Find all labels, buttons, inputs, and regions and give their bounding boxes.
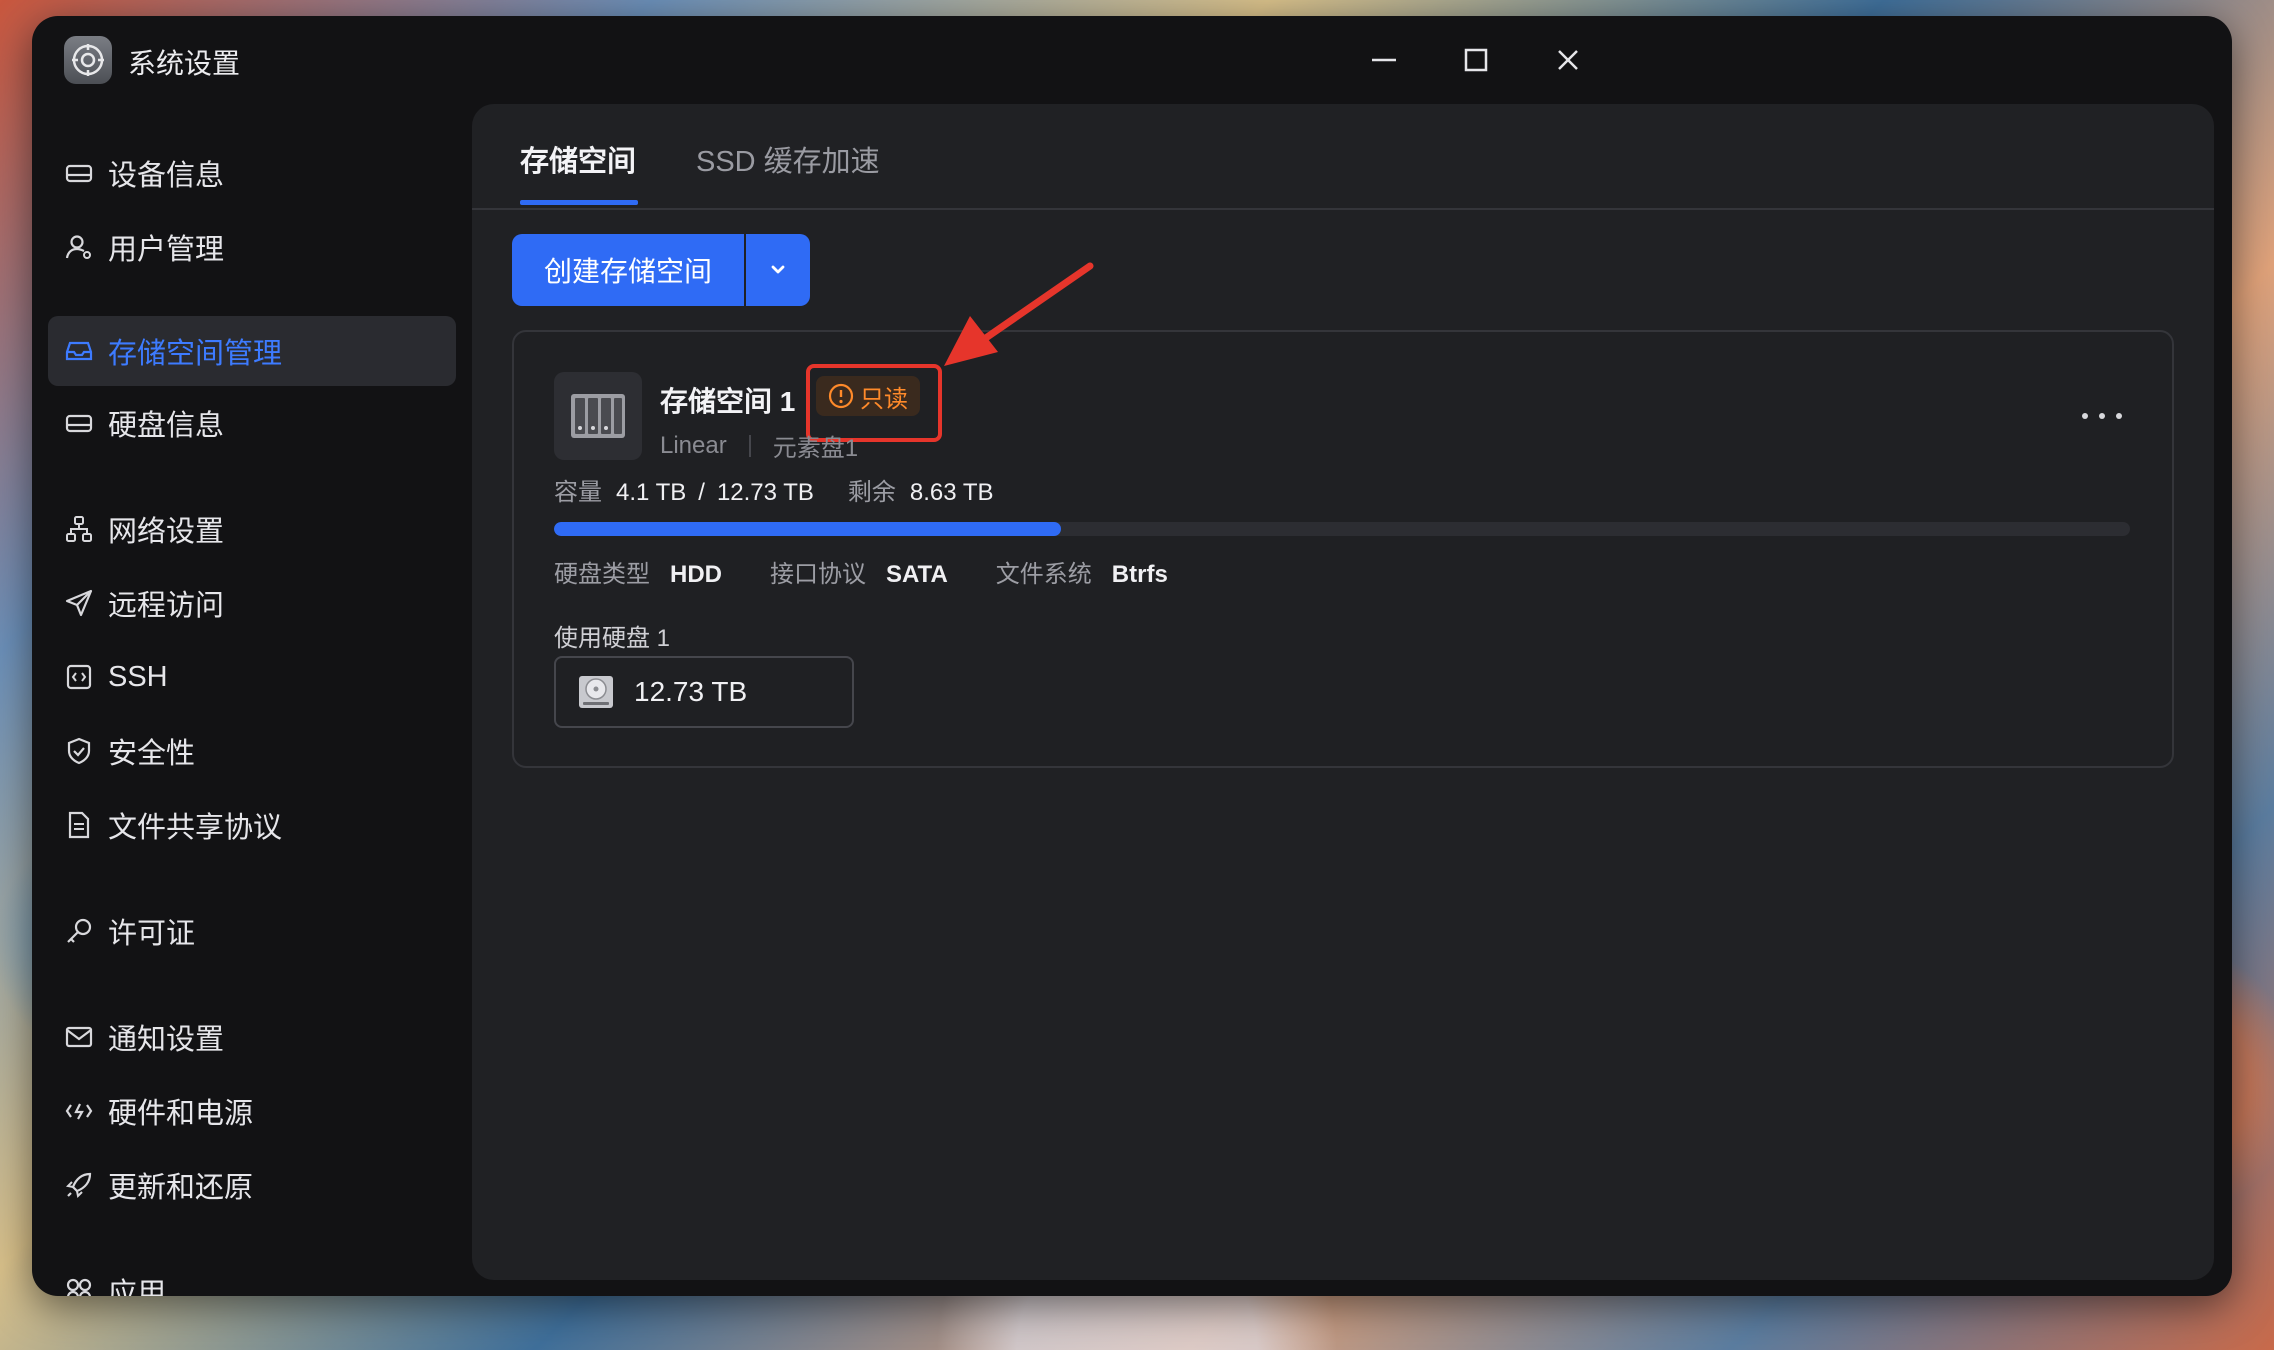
used-disks-label: 使用硬盘 1 — [554, 625, 671, 652]
storage-icon — [62, 334, 96, 368]
sidebar-item-license[interactable]: 许可证 — [48, 896, 456, 966]
settings-window: 系统设置 设备信息 用户管理 存储空间管理 硬盘信息 网络设置 远程访问 SSH… — [32, 16, 2232, 1296]
more-dot — [2099, 413, 2105, 419]
chevron-down-icon — [771, 265, 785, 274]
interface-value: SATA — [886, 561, 948, 588]
capacity-slash: / — [698, 479, 705, 506]
capacity-label: 容量 — [554, 479, 602, 506]
sidebar-item-label: 安全性 — [108, 738, 196, 770]
network-icon — [62, 512, 96, 546]
mail-icon — [62, 1020, 96, 1054]
divider — [748, 434, 751, 457]
sidebar-item-update-restore[interactable]: 更新和还原 — [48, 1150, 456, 1220]
disk-size: 12.73 TB — [634, 676, 748, 707]
sidebar-item-security[interactable]: 安全性 — [48, 716, 456, 786]
device-icon — [62, 156, 96, 190]
sidebar-item-label: 更新和还原 — [108, 1172, 254, 1204]
user-icon — [62, 230, 96, 264]
capacity-progress-fill — [554, 522, 1062, 536]
more-dot — [2082, 413, 2088, 419]
sidebar-item-label: 网络设置 — [108, 516, 225, 548]
remaining-label: 剩余 — [847, 479, 896, 506]
sidebar-item-file-sharing[interactable]: 文件共享协议 — [48, 790, 456, 860]
tab-storage-space[interactable]: 存储空间 — [520, 138, 636, 180]
sidebar-item-apps[interactable]: 应用 — [48, 1256, 456, 1296]
sidebar-item-notifications[interactable]: 通知设置 — [48, 1002, 456, 1072]
storage-space-name: 存储空间 1 — [660, 386, 796, 417]
disk-icon — [62, 406, 96, 440]
more-dot — [2116, 413, 2122, 419]
sidebar-item-device-info[interactable]: 设备信息 — [48, 138, 456, 208]
disk-type-label: 硬盘类型 — [554, 561, 650, 588]
disk-type-value: HDD — [670, 561, 722, 588]
sidebar-item-label: 用户管理 — [108, 234, 225, 266]
window-title: 系统设置 — [128, 48, 241, 79]
maximize-button[interactable] — [1454, 38, 1498, 82]
main-panel: 存储空间 SSD 缓存加速 创建存储空间 存储空间 1 只读 Linear 元素… — [472, 104, 2214, 1280]
sidebar-item-label: 远程访问 — [108, 590, 225, 622]
sidebar-item-ssh[interactable]: SSH — [48, 642, 456, 712]
shield-icon — [62, 734, 96, 768]
sidebar-item-label: 许可证 — [108, 918, 196, 950]
storage-pool-icon — [554, 372, 642, 460]
filesystem-value: Btrfs — [1111, 561, 1168, 588]
sidebar-item-label: 设备信息 — [108, 160, 225, 192]
storage-space-subtitle: Linear 元素盘1 — [660, 428, 858, 463]
sidebar-item-disk-info[interactable]: 硬盘信息 — [48, 388, 456, 458]
filesystem-label: 文件系统 — [995, 561, 1092, 588]
more-options-button[interactable] — [2082, 406, 2122, 426]
sidebar-item-network[interactable]: 网络设置 — [48, 494, 456, 564]
hard-drive-icon — [579, 676, 613, 708]
sidebar-item-label: 硬盘信息 — [108, 410, 225, 442]
create-storage-button-group: 创建存储空间 — [512, 234, 810, 306]
apps-icon — [62, 1274, 96, 1296]
minimize-button[interactable] — [1362, 38, 1406, 82]
send-icon — [62, 586, 96, 620]
sidebar-item-hardware-power[interactable]: 硬件和电源 — [48, 1076, 456, 1146]
member-disk-name: 元素盘1 — [772, 435, 859, 462]
file-icon — [62, 808, 96, 842]
close-button[interactable] — [1546, 38, 1590, 82]
remaining-capacity: 8.63 TB — [909, 479, 994, 506]
settings-gear-icon — [64, 36, 112, 84]
create-storage-dropdown-button[interactable] — [746, 234, 810, 306]
disk-chip[interactable]: 12.73 TB — [554, 656, 854, 728]
total-capacity: 12.73 TB — [716, 479, 814, 506]
capacity-row: 容量 4.1 TB / 12.73 TB 剩余 8.63 TB — [554, 472, 994, 507]
active-tab-indicator — [520, 200, 638, 205]
storage-meta-row: 硬盘类型 HDD 接口协议 SATA 文件系统 Btrfs — [554, 554, 1216, 589]
rocket-icon — [62, 1168, 96, 1202]
sidebar: 设备信息 用户管理 存储空间管理 硬盘信息 网络设置 远程访问 SSH 安全性 … — [32, 102, 472, 1296]
sidebar-item-label: 存储空间管理 — [108, 338, 283, 370]
sidebar-item-label: 文件共享协议 — [108, 812, 283, 844]
tab-ssd-cache[interactable]: SSD 缓存加速 — [696, 138, 880, 180]
title-bar: 系统设置 — [32, 16, 2232, 102]
terminal-icon — [62, 660, 96, 694]
sidebar-item-users[interactable]: 用户管理 — [48, 212, 456, 282]
tab-bar: 存储空间 SSD 缓存加速 — [472, 104, 2214, 210]
create-storage-button[interactable]: 创建存储空间 — [512, 234, 744, 306]
sidebar-item-label: 应用 — [108, 1278, 167, 1296]
used-capacity: 4.1 TB — [616, 479, 687, 506]
power-icon — [62, 1094, 96, 1128]
sidebar-item-label: SSH — [108, 660, 168, 693]
sidebar-item-storage-management[interactable]: 存储空间管理 — [48, 316, 456, 386]
raid-type: Linear — [660, 431, 727, 459]
sidebar-item-remote-access[interactable]: 远程访问 — [48, 568, 456, 638]
capacity-progress-bar — [554, 522, 2130, 536]
storage-space-card[interactable]: 存储空间 1 只读 Linear 元素盘1 容量 4.1 TB / 12.73 … — [512, 330, 2174, 768]
sidebar-item-label: 通知设置 — [108, 1024, 225, 1056]
key-icon — [62, 914, 96, 948]
interface-label: 接口协议 — [770, 561, 866, 588]
sidebar-item-label: 硬件和电源 — [108, 1098, 254, 1130]
